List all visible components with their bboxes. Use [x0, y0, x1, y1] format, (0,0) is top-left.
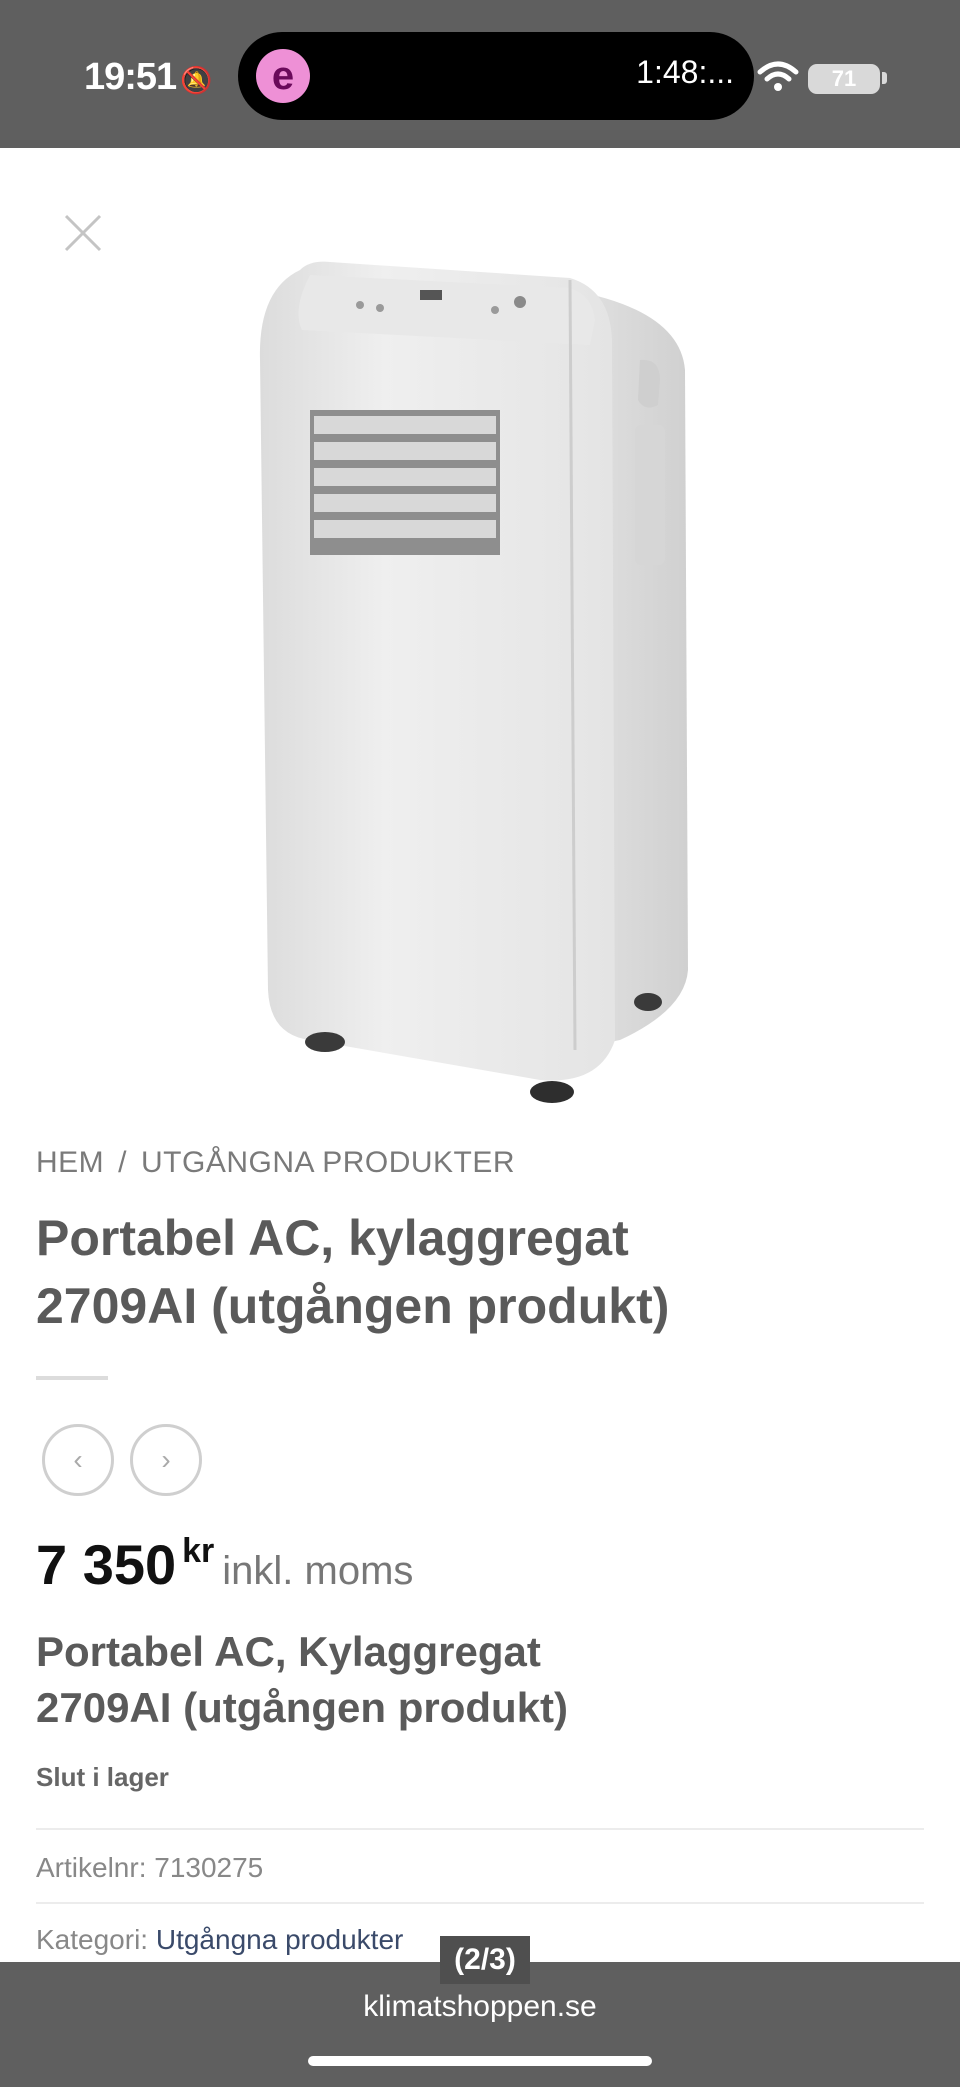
price-amount: 7 350 [36, 1533, 177, 1596]
product-subtitle-line-2: 2709AI (utgången produkt) [36, 1684, 569, 1731]
screen: 19:51 🔕 e 1:48:... 71 HEM / UTGÅNGNA PRO… [0, 0, 960, 2087]
next-product-button[interactable]: › [130, 1424, 202, 1496]
product-subtitle: Portabel AC, Kylaggregat 2709AI (utgånge… [36, 1624, 896, 1736]
status-indicators: 71 [756, 58, 896, 98]
battery-cap [882, 72, 887, 84]
image-counter: (2/3) [440, 1936, 530, 1984]
breadcrumb-separator: / [118, 1146, 128, 1179]
status-bar: 19:51 🔕 e 1:48:... 71 [0, 0, 960, 148]
breadcrumb: HEM / UTGÅNGNA PRODUKTER [36, 1146, 515, 1180]
battery-icon: 71 [808, 64, 880, 94]
chevron-right-icon: › [161, 1444, 171, 1475]
breadcrumb-category-link[interactable]: UTGÅNGNA PRODUKTER [141, 1146, 515, 1179]
previous-product-button[interactable]: ‹ [42, 1424, 114, 1496]
sku-label: Artikelnr: [36, 1852, 147, 1883]
wifi-icon [757, 61, 799, 91]
stock-status: Slut i lager [36, 1762, 169, 1792]
url-domain[interactable]: klimatshoppen.se [0, 1990, 960, 2024]
category-label: Kategori: [36, 1924, 149, 1955]
title-divider [36, 1376, 108, 1380]
home-indicator[interactable] [308, 2056, 652, 2066]
dynamic-island[interactable]: e 1:48:... [238, 32, 754, 120]
clock-text: 19:51 [84, 56, 177, 98]
app-logo-icon: e [256, 49, 310, 103]
product-title-line-2: 2709AI (utgången produkt) [36, 1278, 670, 1334]
chevron-left-icon: ‹ [73, 1444, 83, 1475]
mute-bell-icon: 🔕 [180, 65, 212, 95]
product-subtitle-line-1: Portabel AC, Kylaggregat [36, 1628, 541, 1675]
meta-divider-bottom [36, 1902, 924, 1904]
category-link[interactable]: Utgångna produkter [156, 1924, 404, 1955]
price-currency: kr [182, 1532, 215, 1570]
product-title-line-1: Portabel AC, kylaggregat [36, 1210, 629, 1266]
sku-row: Artikelnr: 7130275 [36, 1852, 263, 1884]
breadcrumb-home-link[interactable]: HEM [36, 1146, 104, 1179]
status-time: 19:51 🔕 [84, 56, 213, 99]
battery-level: 71 [831, 66, 857, 91]
sku-value: 7130275 [154, 1852, 264, 1883]
island-timer: 1:48:... [636, 54, 734, 90]
category-row: Kategori: Utgångna produkter [36, 1924, 403, 1956]
close-icon[interactable] [60, 210, 106, 256]
product-title: Portabel AC, kylaggregat 2709AI (utgånge… [36, 1204, 896, 1340]
product-image [259, 261, 688, 1103]
price-suffix: inkl. moms [222, 1549, 414, 1593]
meta-divider-top [36, 1828, 924, 1830]
price: 7 350 kr inkl. moms [36, 1532, 413, 1597]
